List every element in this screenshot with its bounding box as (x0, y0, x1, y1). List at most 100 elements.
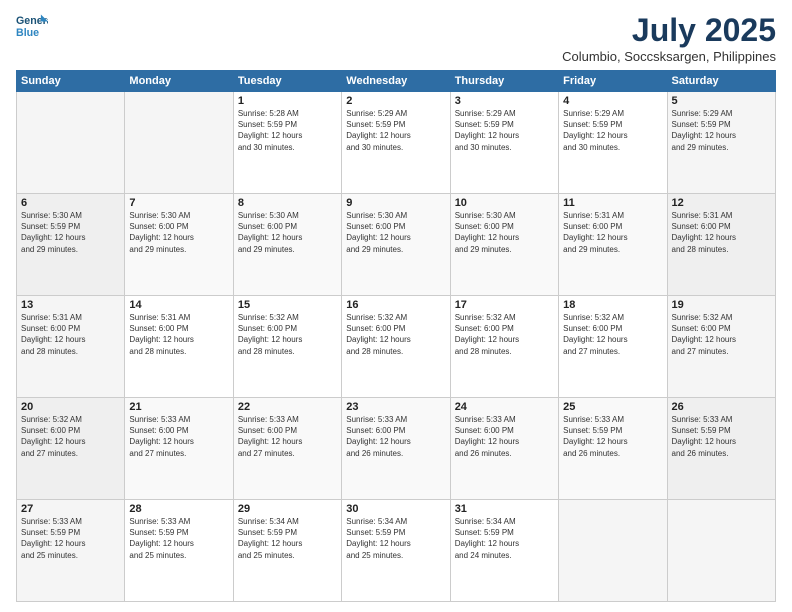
day-number: 22 (238, 401, 337, 413)
day-number: 8 (238, 197, 337, 209)
day-info: Sunrise: 5:29 AM Sunset: 5:59 PM Dayligh… (455, 108, 554, 153)
day-info: Sunrise: 5:31 AM Sunset: 6:00 PM Dayligh… (129, 312, 228, 357)
day-number: 17 (455, 299, 554, 311)
table-row (125, 92, 233, 194)
day-info: Sunrise: 5:32 AM Sunset: 6:00 PM Dayligh… (455, 312, 554, 357)
table-row: 22Sunrise: 5:33 AM Sunset: 6:00 PM Dayli… (233, 398, 341, 500)
day-info: Sunrise: 5:33 AM Sunset: 5:59 PM Dayligh… (563, 414, 662, 459)
table-row: 17Sunrise: 5:32 AM Sunset: 6:00 PM Dayli… (450, 296, 558, 398)
col-wednesday: Wednesday (342, 71, 450, 92)
col-monday: Monday (125, 71, 233, 92)
day-number: 24 (455, 401, 554, 413)
calendar-week-row: 27Sunrise: 5:33 AM Sunset: 5:59 PM Dayli… (17, 500, 776, 602)
calendar-week-row: 1Sunrise: 5:28 AM Sunset: 5:59 PM Daylig… (17, 92, 776, 194)
day-number: 13 (21, 299, 120, 311)
day-info: Sunrise: 5:29 AM Sunset: 5:59 PM Dayligh… (563, 108, 662, 153)
table-row: 3Sunrise: 5:29 AM Sunset: 5:59 PM Daylig… (450, 92, 558, 194)
table-row: 30Sunrise: 5:34 AM Sunset: 5:59 PM Dayli… (342, 500, 450, 602)
day-number: 9 (346, 197, 445, 209)
table-row: 4Sunrise: 5:29 AM Sunset: 5:59 PM Daylig… (559, 92, 667, 194)
calendar-table: Sunday Monday Tuesday Wednesday Thursday… (16, 70, 776, 602)
day-number: 11 (563, 197, 662, 209)
day-number: 30 (346, 503, 445, 515)
table-row: 27Sunrise: 5:33 AM Sunset: 5:59 PM Dayli… (17, 500, 125, 602)
table-row: 10Sunrise: 5:30 AM Sunset: 6:00 PM Dayli… (450, 194, 558, 296)
day-info: Sunrise: 5:31 AM Sunset: 6:00 PM Dayligh… (563, 210, 662, 255)
day-info: Sunrise: 5:33 AM Sunset: 6:00 PM Dayligh… (129, 414, 228, 459)
day-info: Sunrise: 5:33 AM Sunset: 5:59 PM Dayligh… (21, 516, 120, 561)
day-number: 31 (455, 503, 554, 515)
table-row: 7Sunrise: 5:30 AM Sunset: 6:00 PM Daylig… (125, 194, 233, 296)
day-number: 28 (129, 503, 228, 515)
day-number: 2 (346, 95, 445, 107)
page: General Blue July 2025 Columbio, Soccsks… (0, 0, 792, 612)
table-row: 6Sunrise: 5:30 AM Sunset: 5:59 PM Daylig… (17, 194, 125, 296)
table-row: 25Sunrise: 5:33 AM Sunset: 5:59 PM Dayli… (559, 398, 667, 500)
day-info: Sunrise: 5:32 AM Sunset: 6:00 PM Dayligh… (21, 414, 120, 459)
day-info: Sunrise: 5:30 AM Sunset: 6:00 PM Dayligh… (346, 210, 445, 255)
table-row (17, 92, 125, 194)
title-block: July 2025 Columbio, Soccsksargen, Philip… (562, 12, 776, 64)
generalblue-logo-icon: General Blue (16, 12, 48, 40)
table-row: 24Sunrise: 5:33 AM Sunset: 6:00 PM Dayli… (450, 398, 558, 500)
table-row: 31Sunrise: 5:34 AM Sunset: 5:59 PM Dayli… (450, 500, 558, 602)
table-row: 15Sunrise: 5:32 AM Sunset: 6:00 PM Dayli… (233, 296, 341, 398)
day-number: 10 (455, 197, 554, 209)
table-row: 13Sunrise: 5:31 AM Sunset: 6:00 PM Dayli… (17, 296, 125, 398)
day-number: 3 (455, 95, 554, 107)
svg-text:Blue: Blue (16, 27, 39, 39)
calendar-week-row: 13 Sunrise: 5:31 AM Sunset: 6:00 PM Dayli… (17, 296, 776, 398)
day-info: Sunrise: 5:28 AM Sunset: 5:59 PM Dayligh… (238, 108, 337, 153)
day-info: Sunrise: 5:30 AM Sunset: 6:00 PM Dayligh… (129, 210, 228, 255)
table-row: 26Sunrise: 5:33 AM Sunset: 5:59 PM Dayli… (667, 398, 775, 500)
day-info: Sunrise: 5:33 AM Sunset: 6:00 PM Dayligh… (346, 414, 445, 459)
table-row: 1Sunrise: 5:28 AM Sunset: 5:59 PM Daylig… (233, 92, 341, 194)
table-row: 8Sunrise: 5:30 AM Sunset: 6:00 PM Daylig… (233, 194, 341, 296)
day-number: 15 (238, 299, 337, 311)
day-number: 1 (238, 95, 337, 107)
day-info: Sunrise: 5:31 AM Sunset: 6:00 PM Dayligh… (672, 210, 771, 255)
day-number: 12 (672, 197, 771, 209)
col-saturday: Saturday (667, 71, 775, 92)
table-row: 23Sunrise: 5:33 AM Sunset: 6:00 PM Dayli… (342, 398, 450, 500)
day-info: Sunrise: 5:30 AM Sunset: 5:59 PM Dayligh… (21, 210, 120, 255)
day-number: 5 (672, 95, 771, 107)
col-sunday: Sunday (17, 71, 125, 92)
table-row: 2Sunrise: 5:29 AM Sunset: 5:59 PM Daylig… (342, 92, 450, 194)
day-info: Sunrise: 5:30 AM Sunset: 6:00 PM Dayligh… (455, 210, 554, 255)
table-row: 14Sunrise: 5:31 AM Sunset: 6:00 PM Dayli… (125, 296, 233, 398)
day-number: 7 (129, 197, 228, 209)
day-info: Sunrise: 5:30 AM Sunset: 6:00 PM Dayligh… (238, 210, 337, 255)
month-year-title: July 2025 (562, 12, 776, 49)
table-row: 20Sunrise: 5:32 AM Sunset: 6:00 PM Dayli… (17, 398, 125, 500)
day-info: Sunrise: 5:34 AM Sunset: 5:59 PM Dayligh… (238, 516, 337, 561)
table-row: 29Sunrise: 5:34 AM Sunset: 5:59 PM Dayli… (233, 500, 341, 602)
header: General Blue July 2025 Columbio, Soccsks… (16, 12, 776, 64)
day-info: Sunrise: 5:32 AM Sunset: 6:00 PM Dayligh… (563, 312, 662, 357)
col-tuesday: Tuesday (233, 71, 341, 92)
day-number: 6 (21, 197, 120, 209)
table-row (667, 500, 775, 602)
day-info: Sunrise: 5:34 AM Sunset: 5:59 PM Dayligh… (346, 516, 445, 561)
day-number: 26 (672, 401, 771, 413)
table-row: 21Sunrise: 5:33 AM Sunset: 6:00 PM Dayli… (125, 398, 233, 500)
table-row: 28Sunrise: 5:33 AM Sunset: 5:59 PM Dayli… (125, 500, 233, 602)
table-row: 9Sunrise: 5:30 AM Sunset: 6:00 PM Daylig… (342, 194, 450, 296)
day-number: 20 (21, 401, 120, 413)
day-info: Sunrise: 5:33 AM Sunset: 6:00 PM Dayligh… (238, 414, 337, 459)
day-info: Sunrise: 5:34 AM Sunset: 5:59 PM Dayligh… (455, 516, 554, 561)
day-info: Sunrise: 5:32 AM Sunset: 6:00 PM Dayligh… (346, 312, 445, 357)
location-subtitle: Columbio, Soccsksargen, Philippines (562, 49, 776, 64)
table-row: 5Sunrise: 5:29 AM Sunset: 5:59 PM Daylig… (667, 92, 775, 194)
day-number: 4 (563, 95, 662, 107)
table-row: 19Sunrise: 5:32 AM Sunset: 6:00 PM Dayli… (667, 296, 775, 398)
day-number: 18 (563, 299, 662, 311)
day-number: 14 (129, 299, 228, 311)
day-info: Sunrise: 5:33 AM Sunset: 5:59 PM Dayligh… (672, 414, 771, 459)
day-info: Sunrise: 5:29 AM Sunset: 5:59 PM Dayligh… (346, 108, 445, 153)
day-info: Sunrise: 5:29 AM Sunset: 5:59 PM Dayligh… (672, 108, 771, 153)
table-row: 18Sunrise: 5:32 AM Sunset: 6:00 PM Dayli… (559, 296, 667, 398)
day-number: 21 (129, 401, 228, 413)
calendar-week-row: 6Sunrise: 5:30 AM Sunset: 5:59 PM Daylig… (17, 194, 776, 296)
day-number: 27 (21, 503, 120, 515)
